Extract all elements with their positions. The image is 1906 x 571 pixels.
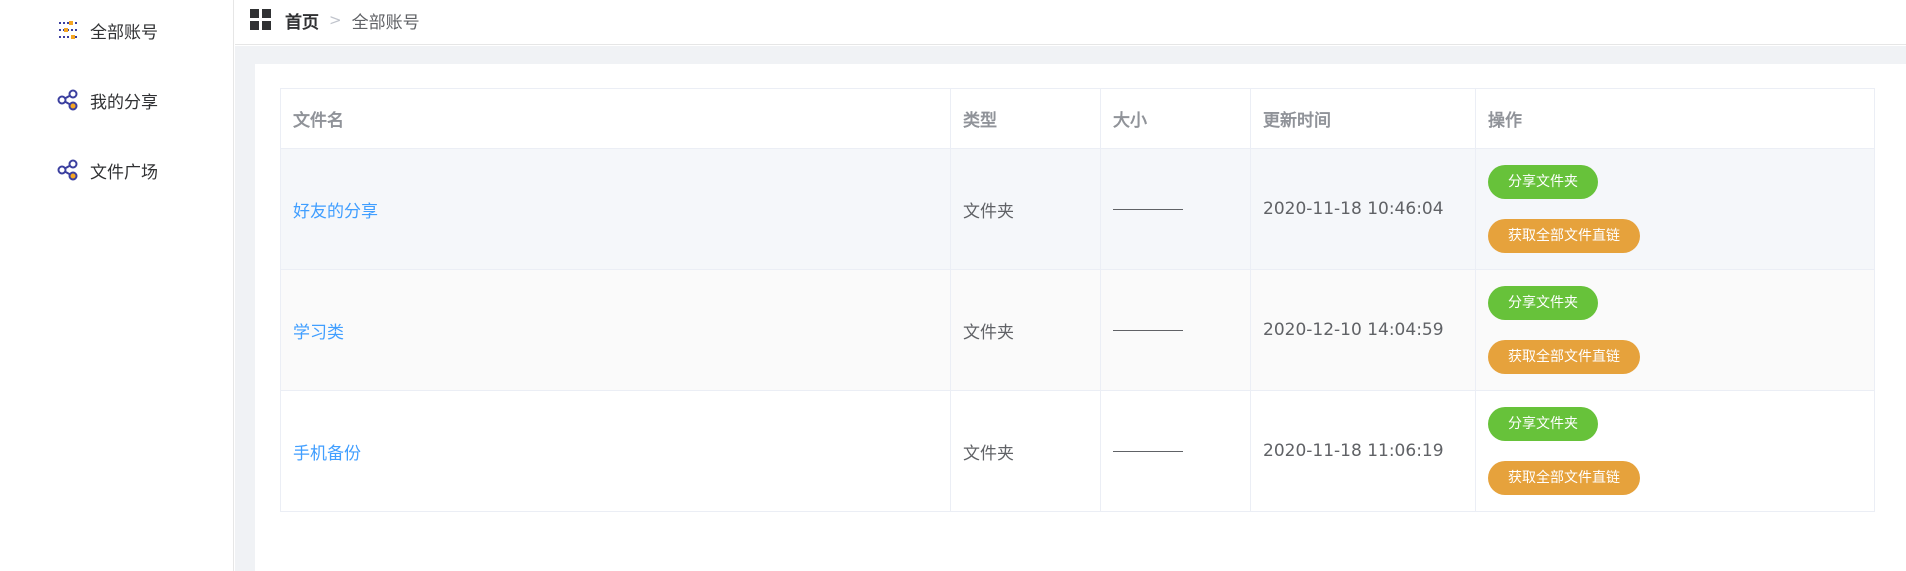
- grid-icon[interactable]: [249, 8, 273, 32]
- folder-name-link[interactable]: 手机备份: [293, 444, 361, 464]
- actions-cell: 分享文件夹 获取全部文件直链: [1475, 148, 1875, 270]
- sidebar-item-label: 全部账号: [90, 22, 158, 43]
- updated-time: 2020-12-10 14:04:59: [1250, 269, 1476, 391]
- size-placeholder: [1113, 450, 1183, 452]
- sidebar: 全部账号 我的分享 文件广场: [0, 0, 234, 571]
- get-direct-links-button[interactable]: 获取全部文件直链: [1488, 340, 1640, 374]
- sliders-icon: [56, 18, 80, 42]
- folder-name-link[interactable]: 学习类: [293, 323, 344, 343]
- actions-cell: 分享文件夹 获取全部文件直链: [1475, 269, 1875, 391]
- updated-time: 2020-11-18 11:06:19: [1250, 390, 1476, 512]
- folder-name-link[interactable]: 好友的分享: [293, 202, 378, 222]
- breadcrumb: 首页 > 全部账号: [249, 6, 420, 34]
- file-size: [1100, 269, 1251, 391]
- share-folder-button[interactable]: 分享文件夹: [1488, 286, 1598, 320]
- actions-cell: 分享文件夹 获取全部文件直链: [1475, 390, 1875, 512]
- column-header-size[interactable]: 大小: [1100, 88, 1251, 149]
- updated-time: 2020-11-18 10:46:04: [1250, 148, 1476, 270]
- size-placeholder: [1113, 208, 1183, 210]
- file-size: [1100, 390, 1251, 512]
- column-header-actions: 操作: [1475, 88, 1875, 149]
- table-row: 学习类 文件夹 2020-12-10 14:04:59 分享文件夹 获取全部文件…: [280, 269, 1875, 391]
- file-size: [1100, 148, 1251, 270]
- file-type: 文件夹: [950, 390, 1101, 512]
- sidebar-item-all-accounts[interactable]: 全部账号: [56, 15, 158, 45]
- sidebar-item-label: 我的分享: [90, 92, 158, 113]
- file-table-card: 文件名 类型 大小 更新时间 操作 好友的分享 文件夹 2020-11-18 1…: [255, 64, 1906, 571]
- table-header-row: 文件名 类型 大小 更新时间 操作: [280, 88, 1875, 149]
- sidebar-item-label: 文件广场: [90, 162, 158, 183]
- file-type: 文件夹: [950, 269, 1101, 391]
- top-bar: 首页 > 全部账号: [235, 0, 1906, 45]
- file-table: 文件名 类型 大小 更新时间 操作 好友的分享 文件夹 2020-11-18 1…: [280, 88, 1875, 512]
- size-placeholder: [1113, 329, 1183, 331]
- share-icon: [56, 88, 80, 112]
- column-header-type[interactable]: 类型: [950, 88, 1101, 149]
- sidebar-item-file-plaza[interactable]: 文件广场: [56, 155, 158, 185]
- breadcrumb-home[interactable]: 首页: [285, 8, 319, 33]
- sidebar-item-my-shares[interactable]: 我的分享: [56, 85, 158, 115]
- table-row: 手机备份 文件夹 2020-11-18 11:06:19 分享文件夹 获取全部文…: [280, 390, 1875, 512]
- breadcrumb-separator: >: [329, 11, 342, 29]
- get-direct-links-button[interactable]: 获取全部文件直链: [1488, 461, 1640, 495]
- breadcrumb-current: 全部账号: [351, 12, 420, 33]
- column-header-updated[interactable]: 更新时间: [1250, 88, 1476, 149]
- share-icon: [56, 158, 80, 182]
- share-folder-button[interactable]: 分享文件夹: [1488, 407, 1598, 441]
- get-direct-links-button[interactable]: 获取全部文件直链: [1488, 219, 1640, 253]
- content-area: 文件名 类型 大小 更新时间 操作 好友的分享 文件夹 2020-11-18 1…: [235, 46, 1906, 571]
- column-header-name[interactable]: 文件名: [280, 88, 951, 149]
- file-type: 文件夹: [950, 148, 1101, 270]
- table-row: 好友的分享 文件夹 2020-11-18 10:46:04 分享文件夹 获取全部…: [280, 148, 1875, 270]
- share-folder-button[interactable]: 分享文件夹: [1488, 165, 1598, 199]
